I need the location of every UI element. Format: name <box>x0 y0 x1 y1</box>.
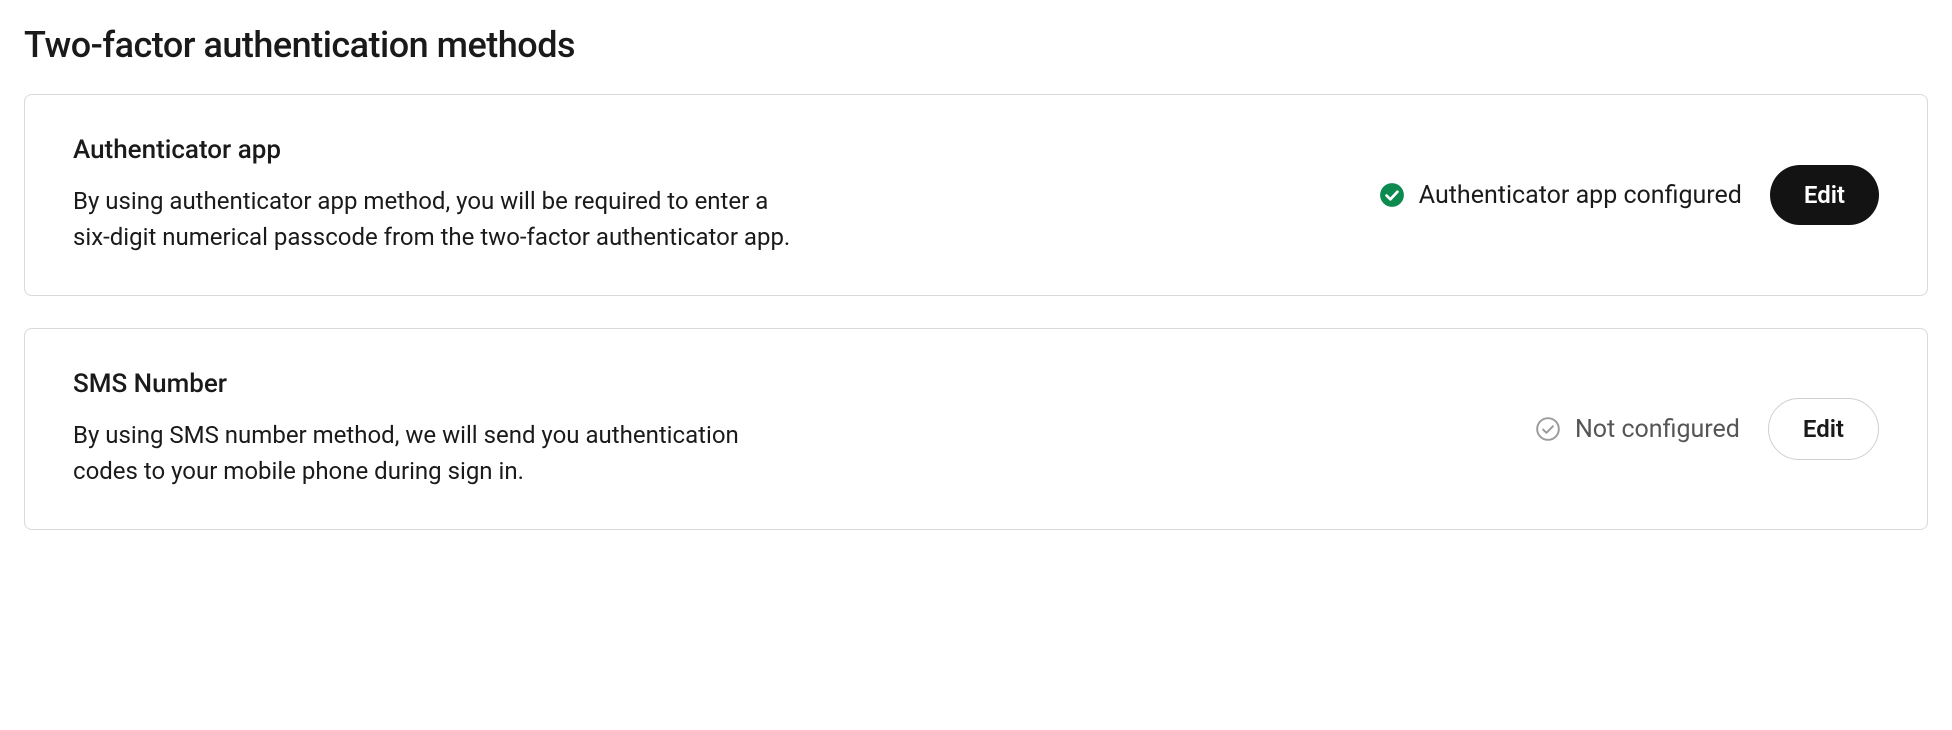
status-text: Not configured <box>1575 415 1740 444</box>
edit-button[interactable]: Edit <box>1770 165 1879 225</box>
status-badge: Authenticator app configured <box>1379 181 1742 210</box>
method-description: By using authenticator app method, you w… <box>73 183 793 255</box>
edit-button[interactable]: Edit <box>1768 398 1879 460</box>
check-circle-outline-icon <box>1535 416 1561 442</box>
method-info: SMS Number By using SMS number method, w… <box>73 369 793 489</box>
method-card-sms: SMS Number By using SMS number method, w… <box>24 328 1928 530</box>
status-text: Authenticator app configured <box>1419 181 1742 210</box>
method-description: By using SMS number method, we will send… <box>73 417 793 489</box>
method-actions: Authenticator app configured Edit <box>1379 165 1879 225</box>
method-title: SMS Number <box>73 369 793 399</box>
method-info: Authenticator app By using authenticator… <box>73 135 793 255</box>
method-card-authenticator: Authenticator app By using authenticator… <box>24 94 1928 296</box>
method-title: Authenticator app <box>73 135 793 165</box>
section-title: Two-factor authentication methods <box>24 24 1928 66</box>
status-badge: Not configured <box>1535 415 1740 444</box>
check-circle-icon <box>1379 182 1405 208</box>
method-actions: Not configured Edit <box>1535 398 1879 460</box>
